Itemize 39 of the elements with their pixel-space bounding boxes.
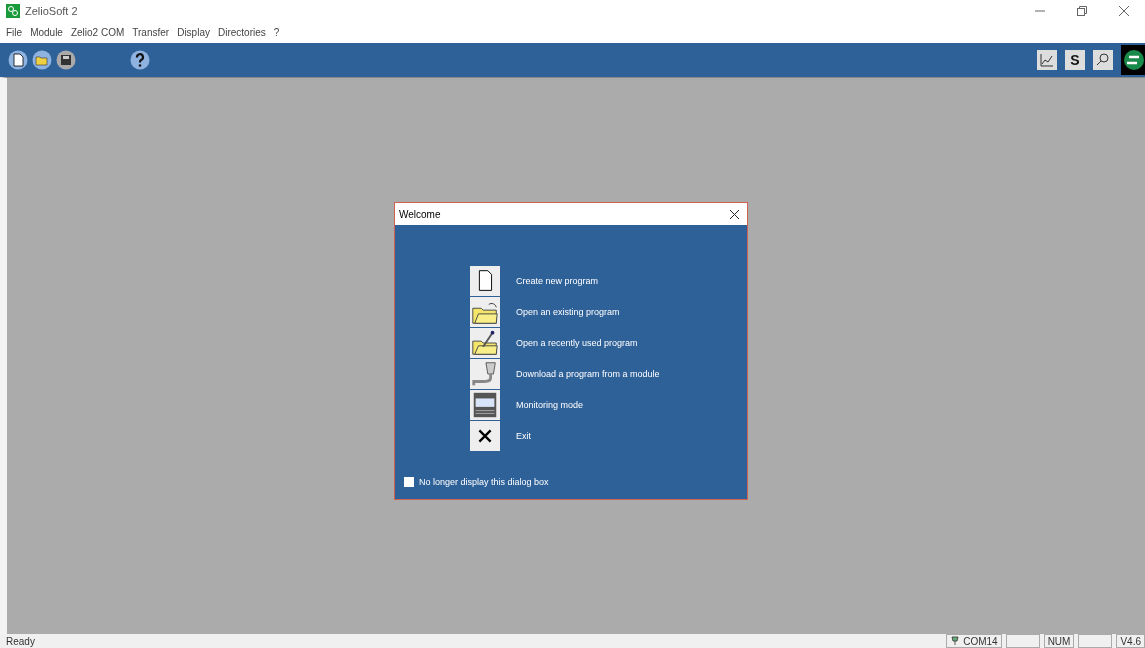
- cable-plug-icon[interactable]: [470, 358, 500, 389]
- blank-page-icon[interactable]: [470, 265, 500, 296]
- menu-item[interactable]: Transfer: [132, 27, 170, 38]
- search-icon[interactable]: [1093, 50, 1113, 70]
- menu-item[interactable]: Display: [177, 27, 210, 38]
- open-folder-icon[interactable]: [470, 296, 500, 327]
- chart-icon[interactable]: [1037, 50, 1057, 70]
- menu-item[interactable]: Zelio2 COM: [70, 27, 125, 38]
- option-label[interactable]: Create new program: [516, 275, 599, 286]
- restore-icon[interactable]: [1077, 6, 1087, 16]
- menu-item[interactable]: File: [6, 27, 23, 38]
- dialog-title: Welcome: [399, 208, 441, 220]
- option-label[interactable]: Monitoring mode: [516, 399, 584, 410]
- port-text: COM14: [963, 635, 998, 647]
- logo-icon: [1121, 45, 1145, 75]
- window-title: ZelioSoft 2: [25, 5, 78, 17]
- menu-item[interactable]: Module: [30, 27, 63, 38]
- help-icon[interactable]: [130, 50, 150, 70]
- option-label[interactable]: Open an existing program: [516, 306, 620, 317]
- app-icon: [6, 4, 20, 18]
- option-label[interactable]: Open a recently used program: [516, 337, 638, 348]
- new-file-icon[interactable]: [8, 50, 28, 70]
- menu-item[interactable]: ?: [273, 27, 280, 38]
- open-folder-icon[interactable]: [32, 50, 52, 70]
- plug-icon: [950, 636, 961, 646]
- save-icon[interactable]: [56, 50, 76, 70]
- checkbox-label[interactable]: No longer display this dialog box: [419, 477, 549, 487]
- option-label[interactable]: Download a program from a module: [516, 368, 660, 379]
- checkbox[interactable]: [404, 477, 414, 487]
- display-module-icon[interactable]: [470, 389, 500, 420]
- exit-cross-icon[interactable]: [470, 420, 500, 451]
- status-text: Ready: [6, 635, 35, 647]
- folder-pen-icon[interactable]: [470, 327, 500, 358]
- option-label[interactable]: Exit: [516, 430, 531, 441]
- version-text: V4.6: [1116, 634, 1145, 648]
- num-lock-indicator: NUM: [1043, 634, 1075, 648]
- s-button[interactable]: S: [1065, 50, 1085, 70]
- menu-item[interactable]: Directories: [217, 27, 266, 38]
- close-icon[interactable]: [730, 209, 739, 219]
